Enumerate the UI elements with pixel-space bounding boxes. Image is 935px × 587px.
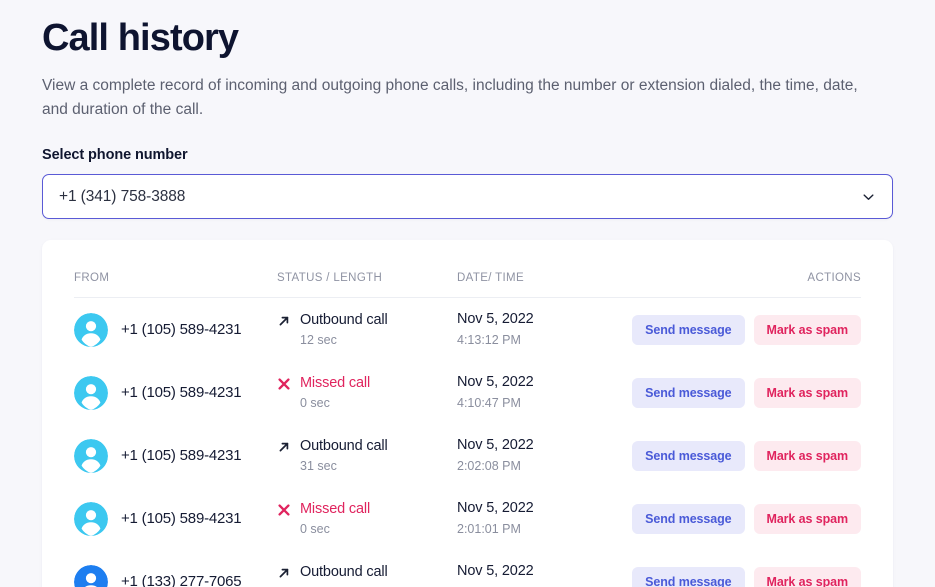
send-message-button[interactable]: Send message — [632, 377, 745, 408]
mark-as-spam-button[interactable]: Mark as spam — [753, 566, 861, 587]
phone-number-select-value: +1 (341) 758-3888 — [59, 187, 186, 205]
call-status: Missed call — [300, 374, 371, 391]
avatar — [74, 438, 108, 473]
table-row: +1 (105) 589-4231 Missed call 0 sec Nov 5, … — [74, 487, 861, 550]
cell-date: Nov 5, 2022 2:02:08 PM — [457, 424, 653, 487]
call-status: Missed call — [300, 500, 371, 517]
arrow-up-right-icon — [279, 568, 289, 577]
cell-status: Outbound call 50 sec — [277, 550, 457, 587]
call-date: Nov 5, 2022 — [457, 374, 534, 390]
avatar — [74, 312, 108, 347]
avatar — [74, 375, 108, 410]
phone-number: +1 (133) 277-7065 — [121, 573, 242, 587]
column-header-status: STATUS / LENGTH — [277, 240, 457, 298]
call-date: Nov 5, 2022 — [457, 563, 534, 579]
mark-as-spam-button[interactable]: Mark as spam — [753, 377, 861, 408]
call-history-page: Call history View a complete record of i… — [0, 0, 935, 587]
phone-number: +1 (105) 589-4231 — [121, 321, 242, 338]
send-message-button[interactable]: Send message — [632, 503, 745, 534]
cell-date: Nov 5, 2022 4:13:12 PM — [457, 298, 653, 362]
cell-from: +1 (105) 589-4231 — [74, 361, 277, 424]
call-length: 31 sec — [300, 458, 337, 473]
cell-date: Nov 5, 2022 1:01:12 AM — [457, 550, 653, 587]
phone-number: +1 (105) 589-4231 — [121, 447, 242, 464]
send-message-button[interactable]: Send message — [632, 566, 745, 587]
call-time: 1:01:12 AM — [457, 583, 653, 587]
cell-from: +1 (133) 277-7065 — [74, 550, 277, 587]
table-row: +1 (105) 589-4231 Outbound call 12 sec Nov … — [74, 298, 861, 362]
phone-number: +1 (105) 589-4231 — [121, 384, 242, 401]
arrow-up-right-icon — [279, 316, 289, 325]
call-history-table-body: +1 (105) 589-4231 Outbound call 12 sec Nov … — [74, 298, 861, 587]
avatar — [74, 564, 108, 587]
call-time: 2:02:08 PM — [457, 459, 521, 473]
cell-actions: Send message Mark as spam — [632, 424, 861, 487]
column-header-from: FROM — [74, 240, 277, 298]
column-header-date: DATE/ TIME — [457, 240, 653, 298]
mark-as-spam-button[interactable]: Mark as spam — [753, 503, 861, 534]
send-message-button[interactable]: Send message — [632, 314, 745, 345]
cell-from: +1 (105) 589-4231 — [74, 298, 277, 362]
cross-icon — [278, 503, 290, 516]
arrow-up-right-icon — [279, 442, 289, 451]
call-length: 50 sec — [300, 583, 388, 587]
column-header-actions: ACTIONS — [653, 240, 861, 298]
call-date: Nov 5, 2022 — [457, 437, 534, 453]
cell-date: Nov 5, 2022 4:10:47 PM — [457, 361, 653, 424]
call-status: Outbound call — [300, 563, 388, 580]
call-status: Outbound call — [300, 311, 388, 328]
chevron-down-icon — [863, 193, 874, 200]
cross-icon — [278, 377, 290, 390]
select-phone-number-label: Select phone number — [42, 147, 188, 163]
cell-from: +1 (105) 589-4231 — [74, 424, 277, 487]
call-time: 2:01:01 PM — [457, 522, 521, 536]
call-time: 4:10:47 PM — [457, 396, 521, 410]
call-history-card: FROM STATUS / LENGTH DATE/ TIME ACTIONS … — [42, 240, 893, 587]
call-history-table: FROM STATUS / LENGTH DATE/ TIME ACTIONS … — [74, 240, 861, 587]
call-time: 4:13:12 PM — [457, 333, 521, 347]
cell-actions: Send message Mark as spam — [632, 361, 861, 424]
cell-from: +1 (105) 589-4231 — [74, 487, 277, 550]
call-length: 0 sec — [300, 395, 330, 410]
call-date: Nov 5, 2022 — [457, 311, 534, 327]
mark-as-spam-button[interactable]: Mark as spam — [753, 440, 861, 471]
call-status: Outbound call — [300, 437, 388, 454]
cell-actions: Send message Mark as spam — [632, 487, 861, 550]
cell-actions: Send message Mark as spam — [632, 298, 861, 362]
table-row: +1 (105) 589-4231 Missed call 0 sec Nov 5, … — [74, 361, 861, 424]
table-row: +1 (133) 277-7065 Outbound call 50 sec Nov … — [74, 550, 861, 587]
page-title: Call history — [42, 17, 239, 59]
cell-date: Nov 5, 2022 2:01:01 PM — [457, 487, 653, 550]
call-length: 0 sec — [300, 521, 330, 536]
call-length: 12 sec — [300, 332, 337, 347]
avatar — [74, 501, 108, 536]
table-header-row: FROM STATUS / LENGTH DATE/ TIME ACTIONS — [74, 240, 861, 298]
phone-number: +1 (105) 589-4231 — [121, 510, 242, 527]
phone-number-select[interactable]: +1 (341) 758-3888 — [42, 174, 893, 219]
cell-status: Missed call 0 sec — [277, 487, 457, 550]
page-description: View a complete record of incoming and o… — [42, 77, 858, 118]
cell-status: Outbound call 31 sec — [277, 424, 457, 487]
table-row: +1 (105) 589-4231 Outbound call 31 sec Nov … — [74, 424, 861, 487]
cell-actions: Send message Mark as spam — [632, 550, 861, 587]
call-date: Nov 5, 2022 — [457, 500, 534, 516]
send-message-button[interactable]: Send message — [632, 440, 745, 471]
cell-status: Outbound call 12 sec — [277, 298, 457, 362]
mark-as-spam-button[interactable]: Mark as spam — [753, 314, 861, 345]
cell-status: Missed call 0 sec — [277, 361, 457, 424]
